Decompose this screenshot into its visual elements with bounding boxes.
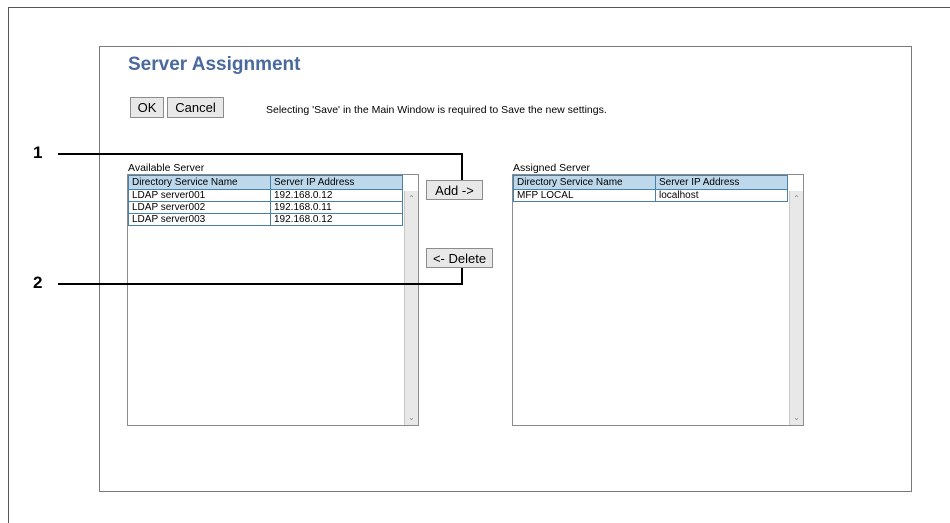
column-header-server-ip-address[interactable]: Server IP Address bbox=[655, 175, 788, 190]
available-scrollbar[interactable]: ⌃ ⌄ bbox=[404, 191, 418, 425]
server-name-cell: MFP LOCAL bbox=[513, 189, 656, 202]
server-ip-cell: 192.168.0.12 bbox=[270, 189, 403, 202]
page-title: Server Assignment bbox=[128, 54, 301, 75]
column-header-directory-service-name[interactable]: Directory Service Name bbox=[513, 175, 656, 190]
assigned-server-list[interactable]: Directory Service Name Server IP Address… bbox=[512, 174, 804, 426]
callout-number-2: 2 bbox=[33, 273, 43, 292]
callout-line-1 bbox=[58, 153, 463, 155]
column-header-server-ip-address[interactable]: Server IP Address bbox=[270, 175, 403, 190]
assigned-server-table: Directory Service Name Server IP Address… bbox=[513, 175, 788, 202]
save-notice: Selecting 'Save' in the Main Window is r… bbox=[266, 104, 607, 116]
add-button[interactable]: Add -> bbox=[426, 180, 483, 200]
assigned-scrollbar[interactable]: ⌃ ⌄ bbox=[789, 191, 803, 425]
chevron-down-icon[interactable]: ⌄ bbox=[792, 413, 801, 422]
cancel-button[interactable]: Cancel bbox=[167, 97, 224, 118]
table-row[interactable]: LDAP server001 192.168.0.12 bbox=[128, 189, 403, 202]
callout-line-1-drop bbox=[461, 153, 463, 180]
callout-line-2 bbox=[58, 283, 463, 285]
server-name-cell: LDAP server001 bbox=[128, 189, 271, 202]
server-name-cell: LDAP server002 bbox=[128, 201, 271, 214]
delete-button[interactable]: <- Delete bbox=[426, 248, 493, 268]
available-server-label: Available Server bbox=[128, 162, 205, 174]
ok-button[interactable]: OK bbox=[130, 97, 164, 118]
available-server-list[interactable]: Directory Service Name Server IP Address… bbox=[127, 174, 419, 426]
chevron-up-icon[interactable]: ⌃ bbox=[407, 194, 416, 203]
callout-number-1: 1 bbox=[33, 143, 43, 162]
table-row[interactable]: MFP LOCAL localhost bbox=[513, 189, 788, 202]
assigned-server-label: Assigned Server bbox=[513, 162, 591, 174]
table-row[interactable]: LDAP server003 192.168.0.12 bbox=[128, 213, 403, 226]
table-row[interactable]: LDAP server002 192.168.0.11 bbox=[128, 201, 403, 214]
server-ip-cell: 192.168.0.11 bbox=[270, 201, 403, 214]
server-ip-cell: localhost bbox=[655, 189, 788, 202]
chevron-down-icon[interactable]: ⌄ bbox=[407, 413, 416, 422]
chevron-up-icon[interactable]: ⌃ bbox=[792, 194, 801, 203]
available-server-table: Directory Service Name Server IP Address… bbox=[128, 175, 403, 226]
server-ip-cell: 192.168.0.12 bbox=[270, 213, 403, 226]
server-name-cell: LDAP server003 bbox=[128, 213, 271, 226]
callout-line-2-rise bbox=[461, 268, 463, 285]
column-header-directory-service-name[interactable]: Directory Service Name bbox=[128, 175, 271, 190]
